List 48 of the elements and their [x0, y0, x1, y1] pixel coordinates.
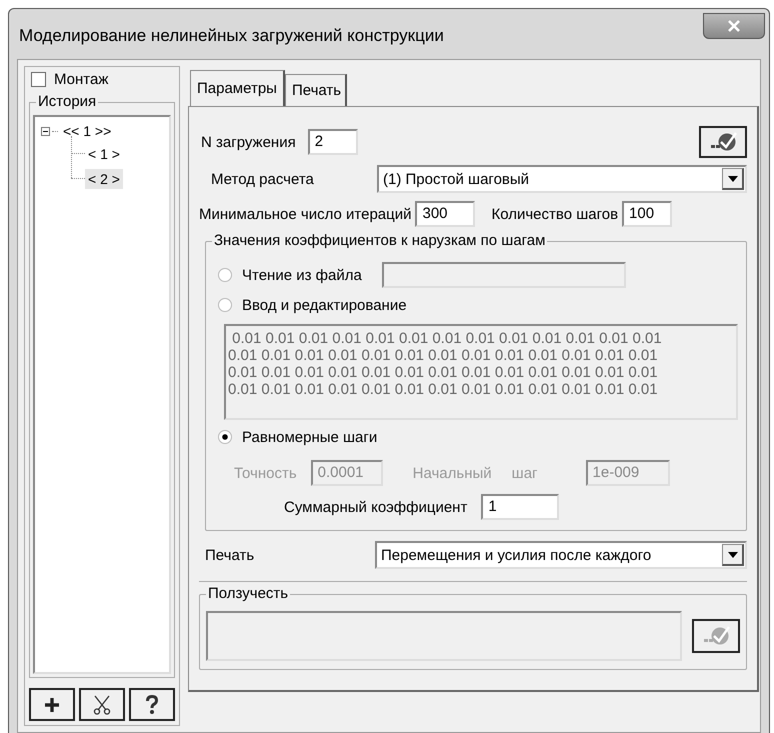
- input-field[interactable]: 300: [415, 201, 476, 227]
- check-icon: [709, 131, 737, 153]
- field-label: Суммарный коэффициент: [284, 498, 468, 516]
- tab[interactable]: Печать: [284, 74, 348, 106]
- radio-option[interactable]: Ввод и редактирование: [218, 296, 407, 314]
- check-icon: [702, 625, 730, 647]
- group-title: История: [36, 93, 98, 111]
- close-button[interactable]: [703, 13, 765, 39]
- field-label: Количество шагов: [491, 206, 618, 222]
- radio-option[interactable]: Равномерные шаги: [218, 428, 378, 446]
- plus-icon: [44, 696, 60, 712]
- checkbox-label: Монтаж: [54, 71, 108, 88]
- field-label: Печать: [205, 546, 254, 564]
- radio-button[interactable]: [218, 268, 232, 282]
- apply-button[interactable]: [699, 126, 747, 158]
- dropdown-arrow-icon: [728, 552, 738, 558]
- field-label: Начальный: [412, 464, 492, 482]
- field-label: Минимальное число итераций: [199, 206, 412, 222]
- dropdown-arrow-icon: [728, 176, 738, 182]
- radio-option[interactable]: Чтение из файла: [218, 266, 362, 284]
- field-label: шаг: [512, 464, 538, 482]
- add-button[interactable]: [29, 688, 75, 721]
- close-icon: [727, 20, 741, 32]
- input-field[interactable]: 100: [622, 201, 672, 227]
- apply-button[interactable]: [692, 619, 740, 653]
- input-field[interactable]: 1: [481, 494, 560, 520]
- tree-item[interactable]: < 1 >: [85, 144, 123, 164]
- method-dropdown[interactable]: (1) Простой шаговый: [377, 165, 747, 193]
- help-icon: [145, 694, 159, 714]
- print-dropdown[interactable]: Перемещения и усилия после каждого: [375, 541, 747, 569]
- creep-field[interactable]: [206, 611, 682, 661]
- field-label: Метод расчета: [211, 170, 315, 188]
- window-title: Моделирование нелинейных загружений конструкции: [19, 26, 444, 46]
- tree-item[interactable]: << 1 >>: [60, 121, 114, 141]
- collapse-icon[interactable]: [41, 126, 50, 136]
- help-button[interactable]: [129, 688, 175, 721]
- field-label: Точность: [234, 464, 297, 482]
- cut-button[interactable]: [79, 688, 125, 721]
- field-label: N загружения: [201, 134, 296, 150]
- input-field[interactable]: 2: [308, 129, 358, 155]
- radio-button[interactable]: [218, 430, 232, 444]
- scissors-icon: [93, 694, 111, 714]
- tab[interactable]: Параметры: [190, 70, 285, 106]
- group-title: Ползучесть: [206, 585, 290, 603]
- radio-button[interactable]: [218, 298, 232, 312]
- group-title: Значения коэффициентов к нарузкам по шагам: [212, 232, 548, 250]
- tree-item[interactable]: < 2 >: [85, 168, 123, 188]
- checkbox[interactable]: [31, 72, 46, 87]
